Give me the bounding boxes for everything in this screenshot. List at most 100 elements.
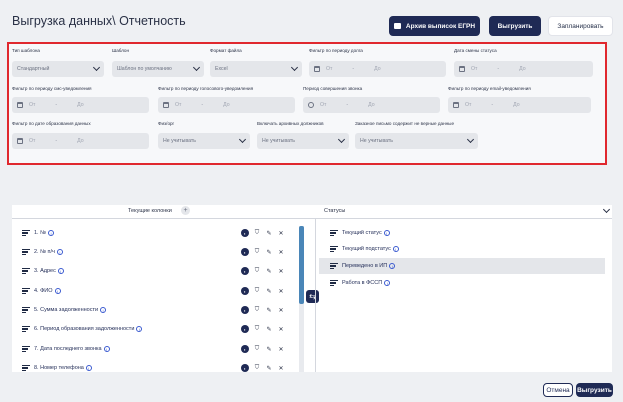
- shield-icon[interactable]: ⛉: [253, 346, 261, 353]
- toggle-icon[interactable]: ◐: [241, 345, 249, 353]
- call-period-from[interactable]: От: [320, 102, 326, 108]
- email-period-to[interactable]: До: [513, 102, 519, 108]
- toggle-icon[interactable]: ◐: [241, 287, 249, 295]
- toggle-icon[interactable]: ◐: [241, 325, 249, 333]
- close-icon[interactable]: ✕: [277, 288, 285, 295]
- shield-icon[interactable]: ⛉: [253, 365, 261, 372]
- cancel-button[interactable]: Отмена: [543, 383, 573, 397]
- column-row[interactable]: 8. Номер телефона i: [22, 361, 92, 375]
- status-date-range[interactable]: От - До: [454, 61, 593, 77]
- status-row[interactable]: Работа в ФССП i: [330, 276, 605, 290]
- columns-scrollbar-thumb[interactable]: [299, 226, 304, 304]
- debt-date-from[interactable]: От: [29, 138, 35, 144]
- toggle-icon[interactable]: ◐: [241, 267, 249, 275]
- letter-select[interactable]: Не учитывать: [355, 133, 478, 149]
- drag-handle-icon[interactable]: [330, 229, 338, 237]
- voice-period-from[interactable]: От: [175, 102, 181, 108]
- close-icon[interactable]: ✕: [277, 230, 285, 237]
- sms-period-range[interactable]: От - До: [12, 97, 149, 113]
- transfer-icon[interactable]: ⇆: [306, 290, 319, 303]
- sms-period-from[interactable]: От: [29, 102, 35, 108]
- info-icon[interactable]: i: [56, 249, 63, 255]
- info-icon[interactable]: i: [85, 365, 92, 371]
- close-icon[interactable]: ✕: [277, 326, 285, 333]
- shield-icon[interactable]: ⛉: [253, 288, 261, 295]
- toggle-icon[interactable]: ◐: [241, 229, 249, 237]
- status-row-highlighted[interactable]: Переведено в ИП i: [319, 258, 605, 274]
- column-row[interactable]: 2. № п/ч i: [22, 245, 63, 259]
- info-icon[interactable]: i: [389, 263, 396, 269]
- edit-icon[interactable]: ✎: [265, 307, 273, 314]
- archived-select[interactable]: Не учитывать: [257, 133, 349, 149]
- status-date-to[interactable]: До: [519, 66, 525, 72]
- close-icon[interactable]: ✕: [277, 307, 285, 314]
- call-period-to[interactable]: До: [368, 102, 374, 108]
- column-row[interactable]: 1. № i: [22, 226, 55, 240]
- status-row[interactable]: Текущий подстатус i: [330, 242, 605, 256]
- toggle-icon[interactable]: ◐: [241, 248, 249, 256]
- info-icon[interactable]: i: [54, 288, 61, 294]
- shield-icon[interactable]: ⛉: [253, 307, 261, 314]
- shield-icon[interactable]: ⛉: [253, 326, 261, 333]
- column-row[interactable]: 6. Период образования задолженности i: [22, 322, 143, 336]
- info-icon[interactable]: i: [384, 280, 391, 286]
- drag-handle-icon[interactable]: [22, 267, 30, 275]
- edit-icon[interactable]: ✎: [265, 326, 273, 333]
- add-column-button[interactable]: +: [181, 206, 190, 215]
- info-icon[interactable]: i: [100, 307, 107, 313]
- column-row[interactable]: 5. Сумма задолженности i: [22, 303, 107, 317]
- shield-icon[interactable]: ⛉: [253, 249, 261, 256]
- sms-period-to[interactable]: До: [77, 102, 83, 108]
- status-date-from[interactable]: От: [471, 66, 477, 72]
- close-icon[interactable]: ✕: [277, 249, 285, 256]
- edit-icon[interactable]: ✎: [265, 346, 273, 353]
- close-icon[interactable]: ✕: [277, 365, 285, 372]
- edit-icon[interactable]: ✎: [265, 288, 273, 295]
- drag-handle-icon[interactable]: [22, 325, 30, 333]
- call-period-range[interactable]: От - До: [303, 97, 440, 113]
- export-button[interactable]: Выгрузить: [489, 16, 541, 36]
- debt-date-to[interactable]: До: [77, 138, 83, 144]
- drag-handle-icon[interactable]: [22, 345, 30, 353]
- info-icon[interactable]: i: [57, 268, 64, 274]
- edit-icon[interactable]: ✎: [265, 230, 273, 237]
- status-row[interactable]: Текущий статус i: [330, 226, 605, 240]
- column-row[interactable]: 3. Адрес i: [22, 264, 64, 278]
- info-icon[interactable]: i: [48, 230, 55, 236]
- voice-period-to[interactable]: До: [223, 102, 229, 108]
- drag-handle-icon[interactable]: [330, 262, 338, 270]
- email-period-from[interactable]: От: [465, 102, 471, 108]
- column-row[interactable]: 7. Дата последнего звонка i: [22, 342, 110, 356]
- person-type-select[interactable]: Не учитывать: [158, 133, 250, 149]
- edit-icon[interactable]: ✎: [265, 249, 273, 256]
- info-icon[interactable]: i: [383, 230, 390, 236]
- drag-handle-icon[interactable]: [22, 229, 30, 237]
- toggle-icon[interactable]: ◐: [241, 364, 249, 372]
- voice-period-range[interactable]: От - До: [158, 97, 295, 113]
- drag-handle-icon[interactable]: [22, 287, 30, 295]
- info-icon[interactable]: i: [136, 326, 143, 332]
- toggle-icon[interactable]: ◐: [241, 306, 249, 314]
- schedule-button[interactable]: Запланировать: [548, 16, 613, 36]
- egrn-archive-button[interactable]: Архив выписок ЕГРН: [389, 16, 480, 36]
- shield-icon[interactable]: ⛉: [253, 230, 261, 237]
- shield-icon[interactable]: ⛉: [253, 268, 261, 275]
- debt-period-range[interactable]: От - До: [309, 61, 446, 77]
- template-type-select[interactable]: Стандартный: [12, 61, 104, 77]
- template-select[interactable]: Шаблон по умолчанию: [112, 61, 204, 77]
- edit-icon[interactable]: ✎: [265, 365, 273, 372]
- close-icon[interactable]: ✕: [277, 268, 285, 275]
- drag-handle-icon[interactable]: [22, 306, 30, 314]
- drag-handle-icon[interactable]: [22, 364, 30, 372]
- drag-handle-icon[interactable]: [22, 248, 30, 256]
- column-row[interactable]: 4. ФИО i: [22, 284, 61, 298]
- info-icon[interactable]: i: [392, 246, 399, 252]
- file-format-select[interactable]: Excel: [210, 61, 302, 77]
- debt-period-from[interactable]: От: [326, 66, 332, 72]
- debt-period-to[interactable]: До: [374, 66, 380, 72]
- info-icon[interactable]: i: [103, 346, 110, 352]
- footer-export-button[interactable]: Выгрузить: [576, 383, 613, 397]
- edit-icon[interactable]: ✎: [265, 268, 273, 275]
- email-period-range[interactable]: От - До: [448, 97, 591, 113]
- drag-handle-icon[interactable]: [330, 279, 338, 287]
